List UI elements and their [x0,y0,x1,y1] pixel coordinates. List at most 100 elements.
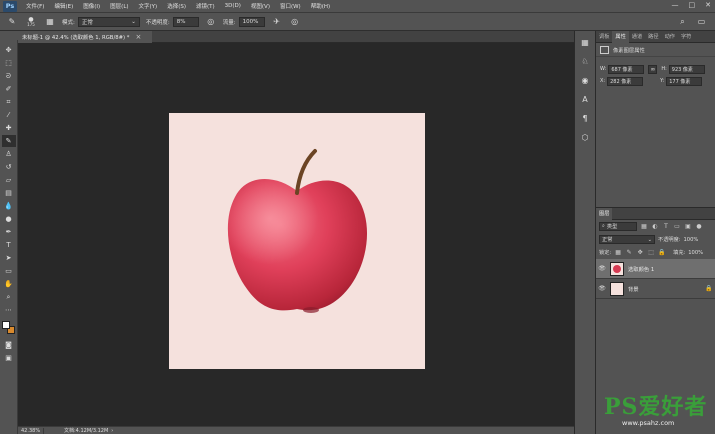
blend-row: 正常 ⌄ 不透明度: 100% [596,233,715,246]
layer-name: 背景 [628,286,639,293]
tab-paths[interactable]: 路径 [645,31,661,43]
layer-item-background[interactable]: 👁 背景 🔒 [596,279,715,299]
eye-icon[interactable]: 👁 [596,265,608,272]
mode-select[interactable]: 正常 ⌄ [77,16,140,27]
lock-artboard-icon[interactable]: ⬚ [647,249,655,257]
menu-window[interactable]: 窗口(W) [275,2,306,10]
tab-character[interactable]: 字符 [678,31,694,43]
filter-smart-icon[interactable]: ▣ [684,223,692,231]
type-tool-icon[interactable]: T [2,239,16,251]
lock-transparency-icon[interactable]: ▦ [614,249,622,257]
filter-adjust-icon[interactable]: ◐ [651,223,659,231]
flow-input[interactable]: 100% [238,16,265,27]
close-icon[interactable]: × [135,33,141,41]
fill-value[interactable]: 100% [688,250,703,256]
link-icon[interactable]: ∞ [648,64,658,74]
y-input[interactable]: 177 像素 [666,76,703,86]
filter-toggle-icon[interactable]: ● [695,223,703,231]
menu-file[interactable]: 文件(F) [21,2,49,10]
paragraph-panel-icon[interactable]: ¶ [578,111,592,125]
filter-type-icon[interactable]: T [662,223,670,231]
tab-properties[interactable]: 属性 [612,30,629,43]
brush-tool-icon[interactable]: ✎ [1,135,16,147]
3d-panel-icon[interactable]: ⬡ [578,130,592,144]
width-input[interactable]: 687 像素 [608,64,645,74]
tab-palette[interactable]: 调板 [596,31,612,43]
menu-type[interactable]: 文字(Y) [134,2,163,10]
crop-tool-icon[interactable]: ⌗ [2,96,16,108]
history-brush-icon[interactable]: ↺ [2,161,16,173]
layer-opacity-value[interactable]: 100% [684,237,699,243]
hand-tool-icon[interactable]: ✋ [2,278,16,290]
document-size[interactable]: 文档:4.12M/3.12M [44,427,108,434]
eyedropper-tool-icon[interactable]: ⁄ [2,109,16,121]
tab-layers[interactable]: 图层 [596,207,613,220]
menu-layer[interactable]: 图层(L) [105,2,133,10]
lock-all-icon[interactable]: 🔒 [658,249,666,257]
menu-3d[interactable]: 3D(D) [220,3,246,9]
document-tab-bar: 未标题-1 @ 42.4% (选取颜色 1, RGB/8#) * × [18,31,574,43]
search-icon[interactable]: ⌕ [677,16,688,27]
width-value: 687 像素 [611,66,633,73]
canvas-area[interactable] [18,43,574,426]
height-input[interactable]: 923 像素 [668,64,705,74]
maximize-button[interactable]: □ [689,1,696,9]
lasso-tool-icon[interactable]: ᘐ [2,70,16,82]
zoom-tool-icon[interactable]: ⌕ [2,291,16,303]
filter-shape-icon[interactable]: ▭ [673,223,681,231]
menu-filter[interactable]: 滤镜(T) [191,2,220,10]
lock-position-icon[interactable]: ✥ [636,249,644,257]
character-panel-icon[interactable]: A [578,92,592,106]
stamp-tool-icon[interactable]: ♙ [2,148,16,160]
document-tab[interactable]: 未标题-1 @ 42.4% (选取颜色 1, RGB/8#) * × [18,31,152,43]
menu-view[interactable]: 视图(V) [246,2,275,10]
brush-preset-picker[interactable]: ● 175 [24,16,38,28]
marquee-tool-icon[interactable]: ⬚ [2,57,16,69]
more-tools-icon[interactable]: ⋯ [2,304,16,316]
layer-item-selective-color[interactable]: 👁 选取颜色 1 [596,259,715,279]
shape-tool-icon[interactable]: ▭ [2,265,16,277]
dodge-tool-icon[interactable]: ● [2,213,16,225]
chevron-right-icon[interactable]: › [111,428,113,434]
lock-pixels-icon[interactable]: ✎ [625,249,633,257]
close-button[interactable]: ✕ [705,1,711,9]
brush-presets-icon[interactable]: ◉ [578,73,592,87]
pressure-opacity-icon[interactable]: ◎ [205,16,217,28]
eye-icon[interactable]: 👁 [596,285,608,292]
blur-tool-icon[interactable]: 💧 [2,200,16,212]
x-input[interactable]: 282 像素 [607,76,644,86]
eraser-tool-icon[interactable]: ▱ [2,174,16,186]
gradient-tool-icon[interactable]: ▤ [2,187,16,199]
color-swatches[interactable] [1,320,17,336]
workspace-icon[interactable]: ▭ [696,16,707,27]
blend-mode-select[interactable]: 正常 ⌄ [599,235,655,244]
filter-pixel-icon[interactable]: ▦ [640,223,648,231]
path-select-tool-icon[interactable]: ➤ [2,252,16,264]
pen-tool-icon[interactable]: ✒ [2,226,16,238]
brush-panel-icon[interactable]: ▦ [44,16,56,28]
actions-panel-icon[interactable]: ♘ [578,54,592,68]
quick-select-tool-icon[interactable]: ✐ [2,83,16,95]
options-right-group: ⌕ ▭ [677,16,707,27]
move-tool-icon[interactable]: ✥ [2,44,16,56]
menu-image[interactable]: 图像(I) [78,2,105,10]
minimize-button[interactable]: — [672,1,679,9]
brush-tool-icon[interactable]: ✎ [6,16,18,28]
menu-select[interactable]: 选择(S) [162,2,191,10]
menu-help[interactable]: 帮助(H) [306,2,335,10]
zoom-level[interactable]: 42.38% [18,427,44,434]
tab-actions[interactable]: 动作 [662,31,678,43]
foreground-color-swatch[interactable] [1,321,10,329]
airbrush-icon[interactable]: ✈ [271,16,283,28]
layer-filter-select[interactable]: ⌕ 类型 [599,222,637,231]
opacity-input[interactable]: 8% [172,16,199,27]
quick-mask-icon[interactable]: ◙ [2,339,16,351]
document-tab-title: 未标题-1 @ 42.4% (选取颜色 1, RGB/8#) * [22,35,130,41]
menu-edit[interactable]: 编辑(E) [49,2,78,10]
history-panel-icon[interactable]: ▦ [578,35,592,49]
screen-mode-icon[interactable]: ▣ [2,352,16,364]
document-canvas[interactable] [169,113,425,369]
tab-channels[interactable]: 通道 [629,31,645,43]
pressure-size-icon[interactable]: ◎ [289,16,301,28]
healing-tool-icon[interactable]: ✚ [2,122,16,134]
